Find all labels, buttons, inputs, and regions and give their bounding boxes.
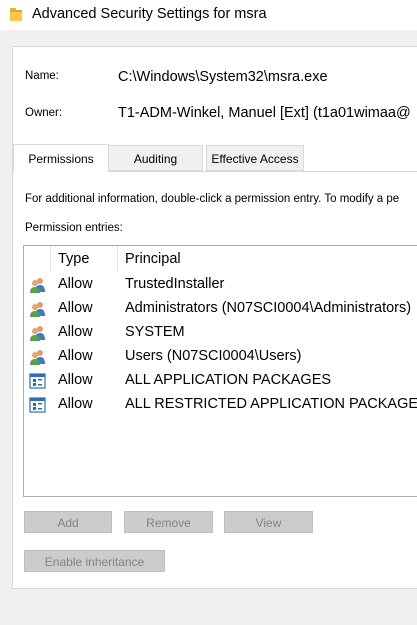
list-header: Type Principal bbox=[24, 246, 417, 272]
permission-entries-list[interactable]: Type Principal Allow TrustedInstaller Al… bbox=[23, 245, 417, 497]
column-separator[interactable] bbox=[117, 246, 118, 272]
entry-type: Allow bbox=[58, 396, 93, 412]
users-icon bbox=[30, 302, 45, 317]
entry-type: Allow bbox=[58, 300, 93, 316]
permission-entry-row[interactable]: Allow Administrators (N07SCI0004\Adminis… bbox=[24, 297, 417, 321]
entry-principal: ALL RESTRICTED APPLICATION PACKAGES bbox=[125, 396, 417, 412]
folder-icon bbox=[10, 8, 22, 21]
entry-type: Allow bbox=[58, 372, 93, 388]
add-button[interactable]: Add bbox=[24, 511, 112, 533]
tab-strip: Permissions Auditing Effective Access bbox=[13, 144, 417, 172]
users-icon bbox=[30, 326, 45, 341]
entry-type: Allow bbox=[58, 348, 93, 364]
users-icon bbox=[30, 350, 45, 365]
name-label: Name: bbox=[25, 70, 59, 82]
permission-entry-row[interactable]: Allow ALL RESTRICTED APPLICATION PACKAGE… bbox=[24, 393, 417, 417]
entry-principal: Administrators (N07SCI0004\Administrator… bbox=[125, 300, 412, 316]
tab-auditing[interactable]: Auditing bbox=[108, 145, 203, 171]
tab-permissions[interactable]: Permissions bbox=[13, 144, 109, 172]
column-header-type[interactable]: Type bbox=[58, 251, 89, 267]
permission-entry-row[interactable]: Allow ALL APPLICATION PACKAGES bbox=[24, 369, 417, 393]
enable-inheritance-button[interactable]: Enable inheritance bbox=[24, 550, 165, 572]
entry-type: Allow bbox=[58, 276, 93, 292]
entry-type: Allow bbox=[58, 324, 93, 340]
title-bar: Advanced Security Settings for msra bbox=[0, 0, 417, 30]
column-header-principal[interactable]: Principal bbox=[125, 251, 181, 267]
permission-entry-row[interactable]: Allow Users (N07SCI0004\Users) bbox=[24, 345, 417, 369]
remove-button[interactable]: Remove bbox=[124, 511, 213, 533]
app-package-icon bbox=[29, 397, 46, 413]
tab-effective-access[interactable]: Effective Access bbox=[206, 145, 304, 171]
name-value: C:\Windows\System32\msra.exe bbox=[118, 69, 328, 85]
entry-principal: Users (N07SCI0004\Users) bbox=[125, 348, 302, 364]
owner-value: T1-ADM-Winkel, Manuel [Ext] (t1a01wimaa@ bbox=[118, 105, 411, 121]
window-title: Advanced Security Settings for msra bbox=[32, 6, 267, 22]
entry-principal: TrustedInstaller bbox=[125, 276, 225, 292]
owner-label: Owner: bbox=[25, 107, 63, 119]
entry-principal: SYSTEM bbox=[125, 324, 185, 340]
permission-entry-row[interactable]: Allow TrustedInstaller bbox=[24, 273, 417, 297]
permission-entry-row[interactable]: Allow SYSTEM bbox=[24, 321, 417, 345]
permission-entries-label: Permission entries: bbox=[25, 222, 123, 234]
users-icon bbox=[30, 278, 45, 293]
app-package-icon bbox=[29, 373, 46, 389]
view-button[interactable]: View bbox=[224, 511, 313, 533]
info-text: For additional information, double-click… bbox=[25, 193, 400, 205]
column-separator[interactable] bbox=[50, 246, 51, 272]
entry-principal: ALL APPLICATION PACKAGES bbox=[125, 372, 332, 388]
